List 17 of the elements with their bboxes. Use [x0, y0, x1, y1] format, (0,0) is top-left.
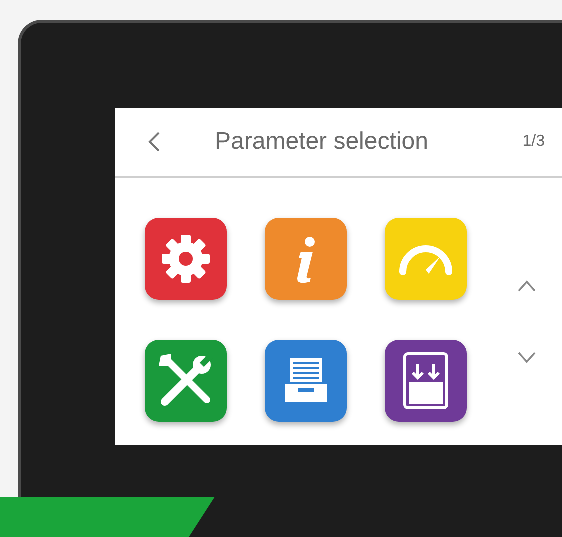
menu-tile[interactable] — [145, 218, 227, 300]
gear-icon — [162, 235, 210, 283]
tools-icon — [159, 354, 214, 406]
menu-tile[interactable] — [265, 340, 347, 422]
download-icon — [404, 352, 448, 410]
scroll-down-icon[interactable] — [517, 352, 537, 364]
back-icon[interactable] — [147, 131, 161, 153]
archive-icon — [285, 358, 327, 402]
gauge-icon — [400, 246, 452, 276]
page-indicator: 1/3 — [522, 133, 545, 151]
menu-tile[interactable] — [145, 340, 227, 422]
menu-tile[interactable] — [385, 340, 467, 422]
menu-tile[interactable] — [385, 218, 467, 300]
scroll-up-icon[interactable] — [517, 280, 537, 292]
menu-tile[interactable] — [265, 218, 347, 300]
screen-title: Parameter selection — [215, 128, 428, 156]
info-icon — [298, 237, 315, 284]
